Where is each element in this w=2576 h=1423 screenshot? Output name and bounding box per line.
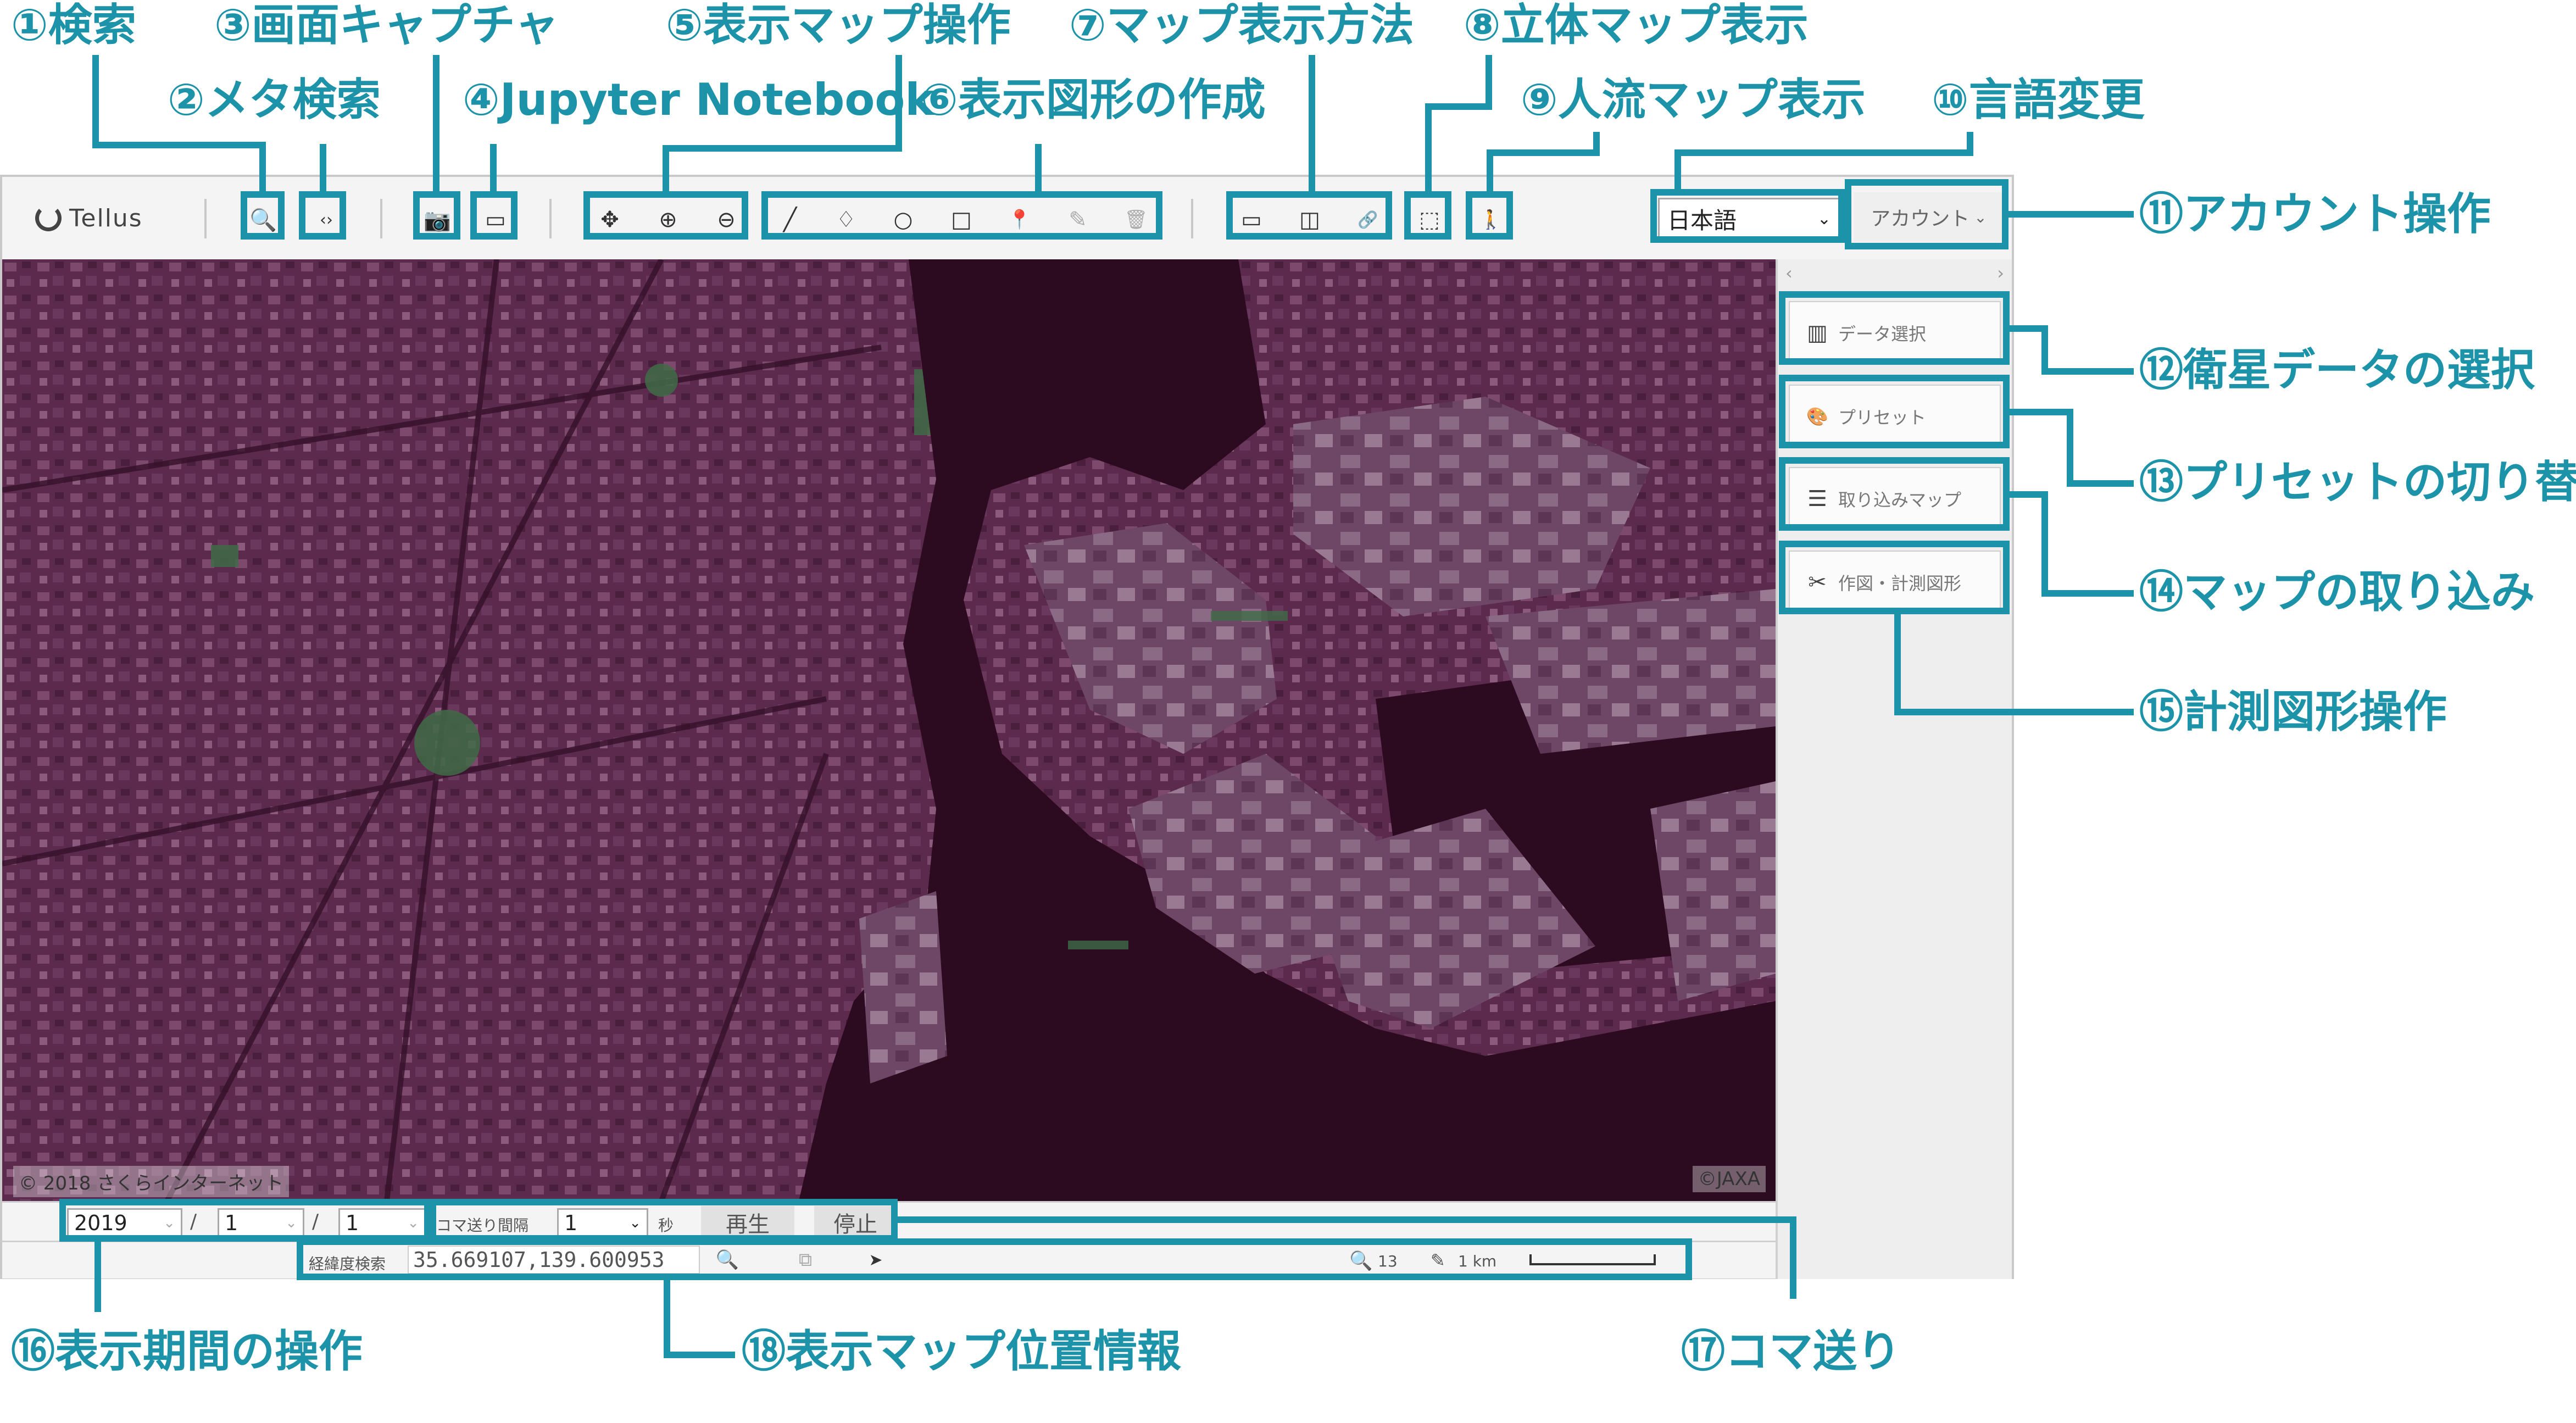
callout-line xyxy=(664,1278,670,1358)
toolbar-divider xyxy=(380,199,382,238)
callout-line xyxy=(1425,103,1492,110)
highlight-3d xyxy=(1404,191,1451,240)
callout-line xyxy=(1485,55,1492,110)
callout-line xyxy=(664,1352,735,1358)
label-account: ⑪アカウント操作 xyxy=(2139,188,2491,240)
tellus-logo: Tellus xyxy=(35,199,143,237)
label-satellite-data: ⑫衛星データの選択 xyxy=(2139,344,2535,396)
label-people-flow: ⑨人流マップ表示 xyxy=(1521,74,1866,125)
label-search: ①検索 xyxy=(11,0,136,51)
logo-icon xyxy=(35,205,62,231)
highlight-capture xyxy=(413,191,460,240)
callout-line xyxy=(259,142,266,192)
highlight-display-mode xyxy=(1226,191,1392,240)
callout-line xyxy=(1894,613,1901,714)
callout-line xyxy=(1790,1216,1796,1299)
label-capture: ③画面キャプチャ xyxy=(214,0,559,51)
callout-line xyxy=(2008,409,2067,415)
highlight-position xyxy=(297,1238,1692,1280)
toolbar-divider xyxy=(204,199,207,238)
map-credit-left: © 2018 さくらインターネット xyxy=(13,1166,290,1197)
callout-line xyxy=(2067,409,2073,486)
callout-line xyxy=(1309,55,1315,192)
label-frame-step: ⑰コマ送り xyxy=(1681,1326,1901,1377)
callout-line xyxy=(1487,149,1493,192)
highlight-frame-step xyxy=(430,1199,898,1242)
label-position: ⑱表示マップ位置情報 xyxy=(742,1326,1181,1377)
label-meta-search: ②メタ検索 xyxy=(168,74,381,125)
callout-line xyxy=(433,55,439,192)
highlight-data-select xyxy=(1779,291,2010,365)
highlight-search xyxy=(241,191,285,240)
highlight-language xyxy=(1650,189,1845,243)
label-shapes: ⑥表示図形の作成 xyxy=(921,74,1266,125)
callout-line xyxy=(92,55,99,148)
callout-line xyxy=(320,144,326,192)
chevron-right-icon: › xyxy=(1997,263,2004,284)
callout-line xyxy=(1894,709,2134,715)
callout-line xyxy=(1035,144,1042,192)
callout-line xyxy=(2041,590,2134,597)
callout-line xyxy=(2041,491,2048,597)
highlight-measure xyxy=(1779,541,2010,614)
callout-line xyxy=(2008,491,2041,498)
map-credit-right: ©JAXA xyxy=(1692,1166,1766,1192)
label-3d: ⑧立体マップ表示 xyxy=(1464,0,1809,51)
map-imagery xyxy=(2,259,1776,1201)
callout-line xyxy=(2067,480,2134,487)
label-jupyter: ④Jupyter Notebook xyxy=(463,74,934,125)
highlight-meta-search xyxy=(299,191,346,240)
callout-line xyxy=(1425,103,1432,192)
highlight-preset xyxy=(1779,375,2010,448)
label-measure: ⑮計測図形操作 xyxy=(2139,686,2447,737)
label-preset: ⑬プリセットの切り替え xyxy=(2139,457,2576,508)
callout-line xyxy=(897,1216,1796,1223)
highlight-period xyxy=(59,1199,431,1242)
callout-line xyxy=(2041,325,2048,375)
label-import-map: ⑭マップの取り込み xyxy=(2139,566,2535,618)
toolbar-divider xyxy=(549,199,552,238)
highlight-people-flow xyxy=(1466,191,1513,240)
callout-line xyxy=(490,144,497,192)
callout-line xyxy=(2008,325,2041,332)
highlight-account xyxy=(1845,179,2008,249)
callout-line xyxy=(2041,368,2134,375)
chevron-left-icon: ‹ xyxy=(1785,263,1793,284)
callout-line xyxy=(1487,149,1600,156)
satellite-map[interactable]: © 2018 さくらインターネット ©JAXA xyxy=(2,259,1776,1201)
highlight-shapes xyxy=(761,191,1162,240)
panel-collapse-arrows[interactable]: ‹ › xyxy=(1778,263,2012,285)
highlight-jupyter xyxy=(470,191,518,240)
label-map-ops: ⑤表示マップ操作 xyxy=(666,0,1011,51)
label-period: ⑯表示期間の操作 xyxy=(11,1326,363,1377)
callout-line xyxy=(1674,149,1973,156)
logo-text: Tellus xyxy=(69,204,143,232)
callout-line xyxy=(663,145,902,152)
callout-line xyxy=(663,145,669,192)
label-display-mode: ⑦マップ表示方法 xyxy=(1069,0,1414,51)
toolbar-divider xyxy=(1191,199,1193,238)
callout-line xyxy=(1674,149,1681,190)
callout-line xyxy=(2007,211,2134,218)
highlight-map-ops xyxy=(583,191,748,240)
label-language: ⑩言語変更 xyxy=(1932,74,2145,125)
tellus-window: Tellus 🔍 ‹› 📷 ▭ ✥ ⊕ ⊖ ╱ ♢ ○ □ 📍 ✎ 🗑 ▭ ◫ … xyxy=(0,175,2014,1279)
callout-line xyxy=(92,142,266,148)
highlight-import-map xyxy=(1779,457,2010,531)
callout-line xyxy=(94,1241,101,1312)
